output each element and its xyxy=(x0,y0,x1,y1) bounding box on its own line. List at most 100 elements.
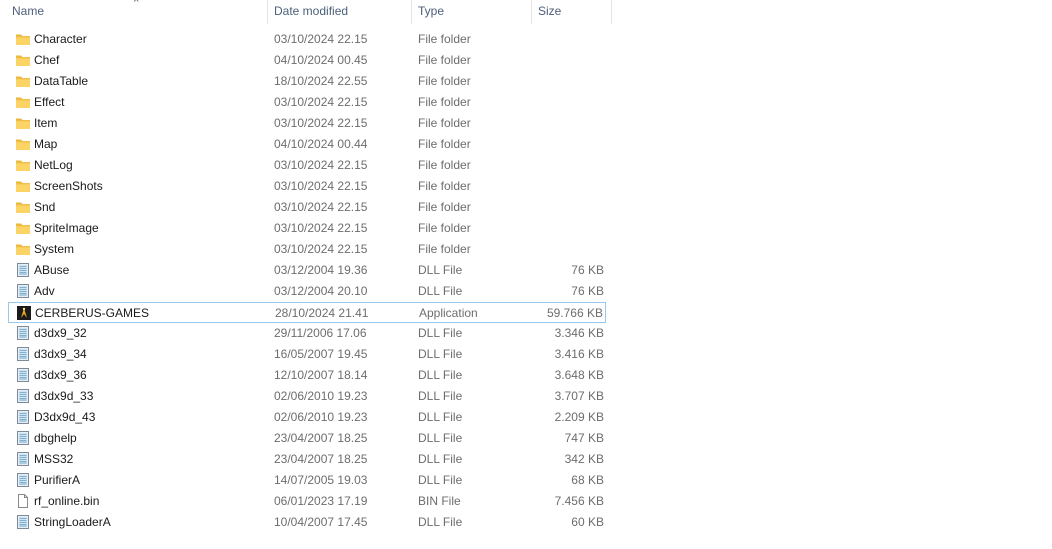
folder-icon xyxy=(15,241,31,257)
file-date-modified: 03/10/2024 22.15 xyxy=(274,32,368,46)
file-name: Map xyxy=(34,137,58,151)
file-date-modified: 03/10/2024 22.15 xyxy=(274,95,368,109)
file-type: File folder xyxy=(418,200,471,214)
file-name: D3dx9d_43 xyxy=(34,410,96,424)
column-divider[interactable] xyxy=(531,0,532,24)
file-row[interactable]: System 03/10/2024 22.15 File folder xyxy=(8,239,606,260)
column-header-type[interactable]: Type xyxy=(418,0,444,24)
column-divider[interactable] xyxy=(611,0,612,24)
sort-indicator-icon: × xyxy=(133,0,140,6)
file-date-modified: 03/12/2004 19.36 xyxy=(274,263,368,277)
file-row[interactable]: ScreenShots 03/10/2024 22.15 File folder xyxy=(8,176,606,197)
file-type: DLL File xyxy=(418,410,463,424)
file-row[interactable]: MSS32 23/04/2007 18.25 DLL File 342 KB xyxy=(8,449,606,470)
file-type: DLL File xyxy=(418,284,463,298)
file-name: d3dx9_32 xyxy=(34,326,87,340)
file-name: Snd xyxy=(34,200,56,214)
file-date-modified: 14/07/2005 19.03 xyxy=(274,473,368,487)
file-type: File folder xyxy=(418,32,471,46)
file-name: d3dx9d_33 xyxy=(34,389,94,403)
file-row[interactable]: D3dx9d_43 02/06/2010 19.23 DLL File 2.209 K… xyxy=(8,407,606,428)
file-row[interactable]: SpriteImage 03/10/2024 22.15 File folder xyxy=(8,218,606,239)
file-name: rf_online.bin xyxy=(34,494,100,508)
file-size: 3.416 KB xyxy=(554,347,604,361)
file-row[interactable]: rf_online.bin 06/01/2023 17.19 BIN File 7.4… xyxy=(8,491,606,512)
file-row[interactable]: d3dx9_36 12/10/2007 18.14 DLL File 3.648 KB xyxy=(8,365,606,386)
file-type: Application xyxy=(419,306,478,320)
file-date-modified: 10/04/2007 17.45 xyxy=(274,515,368,529)
file-size: 68 KB xyxy=(571,473,604,487)
app-icon xyxy=(16,305,32,321)
file-row[interactable]: d3dx9_34 16/05/2007 19.45 DLL File 3.416 KB xyxy=(8,344,606,365)
column-header-name[interactable]: Name xyxy=(12,0,44,24)
dll-icon xyxy=(15,409,31,425)
file-date-modified: 03/10/2024 22.15 xyxy=(274,200,368,214)
file-type: DLL File xyxy=(418,431,463,445)
column-header-date[interactable]: Date modified xyxy=(274,0,348,24)
file-row[interactable]: Adv 03/12/2004 20.10 DLL File 76 KB xyxy=(8,281,606,302)
file-date-modified: 23/04/2007 18.25 xyxy=(274,452,368,466)
dll-icon xyxy=(15,325,31,341)
file-size: 3.707 KB xyxy=(554,389,604,403)
file-type: DLL File xyxy=(418,515,463,529)
file-type: File folder xyxy=(418,116,471,130)
column-divider[interactable] xyxy=(411,0,412,24)
file-type: File folder xyxy=(418,53,471,67)
file-size: 747 KB xyxy=(564,431,604,445)
column-divider[interactable] xyxy=(267,0,268,24)
file-name: ScreenShots xyxy=(34,179,103,193)
file-row[interactable]: dbghelp 23/04/2007 18.25 DLL File 747 KB xyxy=(8,428,606,449)
file-row[interactable]: NetLog 03/10/2024 22.15 File folder xyxy=(8,155,606,176)
file-name: Effect xyxy=(34,95,65,109)
file-date-modified: 18/10/2024 22.55 xyxy=(274,74,368,88)
file-name: ABuse xyxy=(34,263,70,277)
file-row[interactable]: DataTable 18/10/2024 22.55 File folder xyxy=(8,71,606,92)
file-row[interactable]: StringLoaderA 10/04/2007 17.45 DLL File 60 … xyxy=(8,512,606,533)
file-type: BIN File xyxy=(418,494,461,508)
file-type: DLL File xyxy=(418,326,463,340)
column-header-bar: Name × Date modified Type Size xyxy=(0,0,612,24)
file-row[interactable]: Map 04/10/2024 00.44 File folder xyxy=(8,134,606,155)
file-name: Chef xyxy=(34,53,60,67)
file-name: PurifierA xyxy=(34,473,81,487)
file-date-modified: 23/04/2007 18.25 xyxy=(274,431,368,445)
file-name: Character xyxy=(34,32,87,46)
file-row[interactable]: Effect 03/10/2024 22.15 File folder xyxy=(8,92,606,113)
file-row[interactable]: Chef 04/10/2024 00.45 File folder xyxy=(8,50,606,71)
file-row[interactable]: Item 03/10/2024 22.15 File folder xyxy=(8,113,606,134)
dll-icon xyxy=(15,367,31,383)
file-row[interactable]: PurifierA 14/07/2005 19.03 DLL File 68 KB xyxy=(8,470,606,491)
file-size: 7.456 KB xyxy=(554,494,604,508)
file-type: File folder xyxy=(418,179,471,193)
file-type: DLL File xyxy=(418,389,463,403)
file-date-modified: 03/10/2024 22.15 xyxy=(274,179,368,193)
file-name: DataTable xyxy=(34,74,89,88)
file-type: DLL File xyxy=(418,263,463,277)
file-type: DLL File xyxy=(418,347,463,361)
file-name: NetLog xyxy=(34,158,73,172)
file-name: StringLoaderA xyxy=(34,515,111,529)
folder-icon xyxy=(15,52,31,68)
folder-icon xyxy=(15,115,31,131)
dll-icon xyxy=(15,451,31,467)
file-row[interactable]: d3dx9d_33 02/06/2010 19.23 DLL File 3.707 K… xyxy=(8,386,606,407)
file-date-modified: 06/01/2023 17.19 xyxy=(274,494,368,508)
file-row[interactable]: d3dx9_32 29/11/2006 17.06 DLL File 3.346 KB xyxy=(8,323,606,344)
folder-icon xyxy=(15,73,31,89)
file-date-modified: 03/10/2024 22.15 xyxy=(274,221,368,235)
dll-icon xyxy=(15,283,31,299)
file-row[interactable]: CERBERUS-GAMES 28/10/2024 21.41 Applicatio… xyxy=(8,302,606,323)
file-row[interactable]: Character 03/10/2024 22.15 File folder xyxy=(8,29,606,50)
column-header-size[interactable]: Size xyxy=(538,0,561,24)
folder-icon xyxy=(15,136,31,152)
file-date-modified: 03/10/2024 22.15 xyxy=(274,242,368,256)
dll-icon xyxy=(15,262,31,278)
dll-icon xyxy=(15,514,31,530)
file-size: 3.346 KB xyxy=(554,326,604,340)
file-row[interactable]: ABuse 03/12/2004 19.36 DLL File 76 KB xyxy=(8,260,606,281)
file-type: File folder xyxy=(418,137,471,151)
file-name: Item xyxy=(34,116,58,130)
file-row[interactable]: Snd 03/10/2024 22.15 File folder xyxy=(8,197,606,218)
file-name: MSS32 xyxy=(34,452,74,466)
file-type: File folder xyxy=(418,242,471,256)
